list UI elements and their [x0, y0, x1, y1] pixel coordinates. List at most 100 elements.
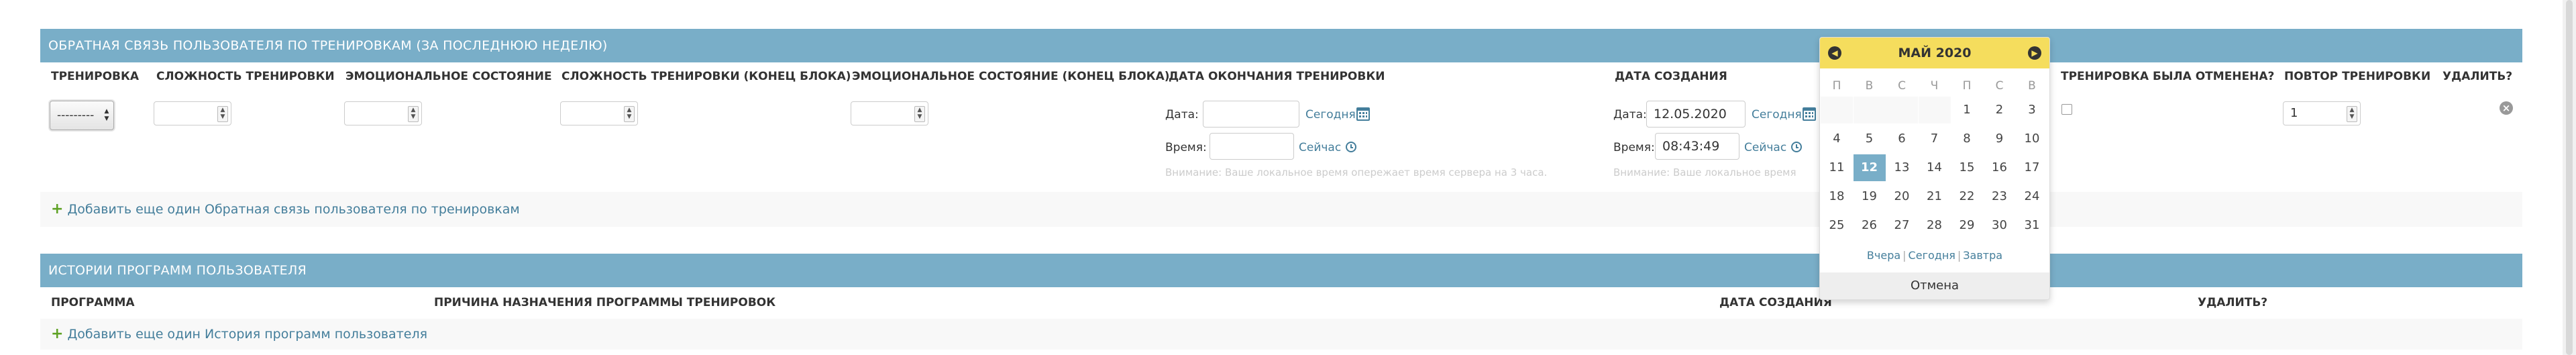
- column-header-training: ТРЕНИРОВКА: [51, 70, 140, 83]
- calendar-icon[interactable]: [1803, 107, 1816, 121]
- calendar-today-link[interactable]: Сегодня: [1909, 249, 1955, 262]
- page-scrollbar[interactable]: [2563, 0, 2576, 355]
- history-column-header-created: ДАТА СОЗДАНИЯ: [1719, 296, 1832, 309]
- calendar-day[interactable]: 15: [1951, 154, 1983, 181]
- calendar-day[interactable]: 16: [1984, 154, 2016, 181]
- calendar-day[interactable]: 30: [1984, 212, 2016, 239]
- column-header-end-date: ДАТА ОКОНЧАНИЯ ТРЕНИРОВКИ: [1169, 70, 1385, 83]
- created-time-input[interactable]: 08:43:49: [1655, 133, 1739, 160]
- calendar-day[interactable]: 28: [1919, 212, 1951, 239]
- calendar-day[interactable]: 20: [1886, 183, 1918, 210]
- calendar-weekday: В: [1865, 79, 1874, 93]
- calendar-day[interactable]: 18: [1821, 183, 1853, 210]
- calendar-day[interactable]: 25: [1821, 212, 1853, 239]
- calendar-cancel-button[interactable]: Отмена: [1820, 272, 2049, 299]
- calendar-day[interactable]: 10: [2016, 125, 2048, 152]
- column-header-delete: УДАЛИТЬ?: [2443, 70, 2513, 83]
- add-icon: +: [51, 325, 64, 342]
- cancelled-checkbox[interactable]: [2061, 104, 2072, 115]
- end-time-now-link[interactable]: Сейчас: [1299, 141, 1341, 154]
- calendar-day[interactable]: 2: [1984, 97, 2016, 123]
- calendar-day[interactable]: 11: [1821, 154, 1853, 181]
- calendar-popup: МАЙ 2020 ◀ ▶ ПВСЧПСВ 1 2 3 4 5 6 7 8 9 10 11 12 13 14…: [1819, 37, 2050, 300]
- spinner-icon[interactable]: ▲ ▼: [2347, 106, 2357, 122]
- feedback-add-link[interactable]: + Добавить еще один Обратная связь пользо…: [51, 201, 520, 217]
- column-header-emotional-end: ЭМОЦИОНАЛЬНОЕ СОСТОЯНИЕ (КОНЕЦ БЛОКА): [852, 70, 1170, 83]
- spinner-icon[interactable]: ▲ ▼: [217, 106, 228, 122]
- history-column-header-delete: УДАЛИТЬ?: [2198, 296, 2268, 309]
- calendar-day[interactable]: 4: [1821, 125, 1853, 152]
- training-select[interactable]: --------- ▲ ▼: [50, 101, 114, 130]
- calendar-day[interactable]: 1: [1951, 97, 1983, 123]
- calendar-empty-cell: [1886, 97, 1918, 123]
- column-header-cancelled: ТРЕНИРОВКА БЫЛА ОТМЕНЕНА?: [2061, 70, 2275, 83]
- feedback-add-link-text: Добавить еще один Обратная связь пользов…: [67, 202, 520, 217]
- emotional-end-input[interactable]: ▲ ▼: [851, 101, 928, 125]
- history-module-header: ИСТОРИИ ПРОГРАММ ПОЛЬЗОВАТЕЛЯ: [40, 254, 2522, 287]
- calendar-day[interactable]: 14: [1919, 154, 1951, 181]
- column-header-difficulty-end: СЛОЖНОСТЬ ТРЕНИРОВКИ (КОНЕЦ БЛОКА): [561, 70, 851, 83]
- end-date-input[interactable]: [1203, 101, 1299, 128]
- created-time-label: Время:: [1613, 141, 1655, 154]
- repeat-input[interactable]: 1 ▲ ▼: [2283, 101, 2361, 125]
- end-date-today-link[interactable]: Сегодня: [1305, 108, 1356, 121]
- feedback-module-header: ОБРАТНАЯ СВЯЗЬ ПОЛЬЗОВАТЕЛЯ ПО ТРЕНИРОВК…: [40, 29, 2522, 62]
- calendar-weekday: С: [1995, 79, 2004, 93]
- history-add-link-text: Добавить еще один История программ польз…: [67, 327, 428, 342]
- end-date-help-text: Внимание: Ваше локальное время опережает…: [1165, 166, 1548, 179]
- calendar-day[interactable]: 22: [1951, 183, 1983, 210]
- scrollbar-thumb[interactable]: [2566, 0, 2573, 355]
- clock-icon[interactable]: [1346, 142, 1356, 152]
- history-column-header-program: ПРОГРАММА: [51, 296, 135, 309]
- created-date-today-link[interactable]: Сегодня: [1752, 108, 1802, 121]
- calendar-tomorrow-link[interactable]: Завтра: [1963, 249, 2002, 262]
- calendar-day[interactable]: 3: [2016, 97, 2048, 123]
- column-header-difficulty: СЛОЖНОСТЬ ТРЕНИРОВКИ: [156, 70, 335, 83]
- calendar-day[interactable]: 23: [1984, 183, 2016, 210]
- calendar-day[interactable]: 29: [1951, 212, 1983, 239]
- difficulty-input[interactable]: ▲ ▼: [154, 101, 231, 125]
- calendar-yesterday-link[interactable]: Вчера: [1867, 249, 1900, 262]
- column-header-repeat: ПОВТОР ТРЕНИРОВКИ: [2284, 70, 2431, 83]
- emotional-input[interactable]: ▲ ▼: [344, 101, 422, 125]
- calendar-day[interactable]: 13: [1886, 154, 1918, 181]
- chevron-right-icon[interactable]: ▶: [2028, 46, 2041, 60]
- calendar-day[interactable]: 27: [1886, 212, 1918, 239]
- calendar-icon[interactable]: [1356, 107, 1370, 121]
- calendar-weekday: П: [1832, 79, 1841, 93]
- calendar-day[interactable]: 26: [1854, 212, 1886, 239]
- shortcut-separator: |: [1957, 249, 1962, 262]
- end-time-input[interactable]: [1210, 133, 1294, 160]
- clock-icon[interactable]: [1791, 142, 1802, 152]
- spinner-icon[interactable]: ▲ ▼: [408, 106, 419, 122]
- calendar-day-selected[interactable]: 12: [1853, 154, 1886, 181]
- select-arrows-icon: ▲ ▼: [104, 108, 109, 122]
- created-date-label: Дата:: [1613, 108, 1647, 121]
- calendar-day[interactable]: 9: [1984, 125, 2016, 152]
- calendar-shortcuts: Вчера | Сегодня | Завтра: [1820, 249, 2049, 262]
- spinner-icon[interactable]: ▲ ▼: [624, 106, 635, 122]
- calendar-day[interactable]: 24: [2016, 183, 2048, 210]
- calendar-day[interactable]: 17: [2016, 154, 2048, 181]
- delete-row-icon[interactable]: ×: [2500, 101, 2513, 115]
- created-time-now-link[interactable]: Сейчас: [1744, 141, 1786, 154]
- spinner-icon[interactable]: ▲ ▼: [914, 106, 925, 122]
- history-add-link[interactable]: + Добавить еще один История программ поль…: [51, 325, 427, 342]
- calendar-day[interactable]: 6: [1886, 125, 1918, 152]
- chevron-left-icon[interactable]: ◀: [1828, 46, 1841, 60]
- calendar-day[interactable]: 7: [1919, 125, 1951, 152]
- shortcut-separator: |: [1902, 249, 1907, 262]
- calendar-day[interactable]: 8: [1951, 125, 1983, 152]
- created-help-text: Внимание: Ваше локальное время: [1613, 166, 1796, 179]
- calendar-day[interactable]: 21: [1919, 183, 1951, 210]
- calendar-weekday: П: [1962, 79, 1972, 93]
- calendar-day[interactable]: 31: [2016, 212, 2048, 239]
- training-select-value: ---------: [57, 109, 95, 122]
- calendar-day[interactable]: 5: [1854, 125, 1886, 152]
- calendar-weekday: С: [1898, 79, 1906, 93]
- created-date-input[interactable]: 12.05.2020: [1646, 101, 1746, 128]
- calendar-empty-cell: [1821, 97, 1853, 123]
- difficulty-end-input[interactable]: ▲ ▼: [560, 101, 638, 125]
- calendar-day[interactable]: 19: [1854, 183, 1886, 210]
- calendar-weekday: В: [2028, 79, 2036, 93]
